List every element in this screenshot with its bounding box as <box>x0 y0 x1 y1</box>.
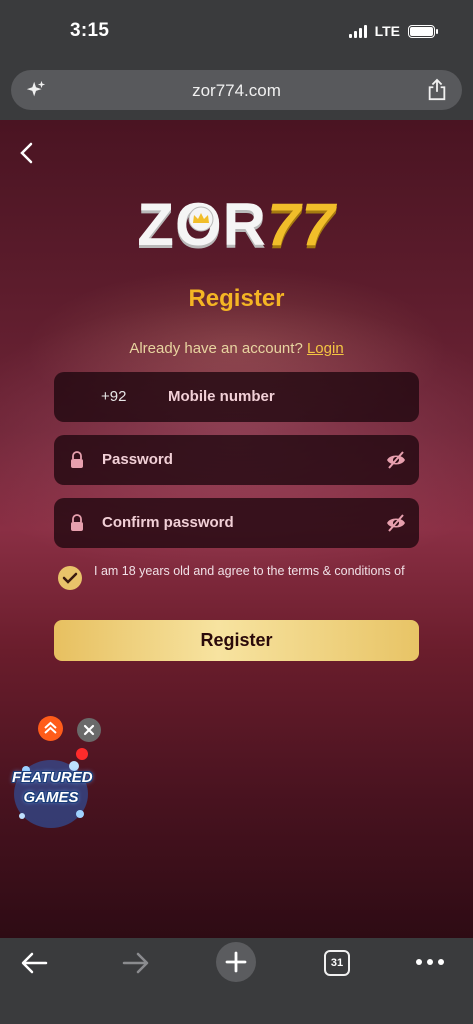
register-page: ZOR77 Register Already have an account? … <box>0 120 473 938</box>
scroll-up-button[interactable] <box>38 716 63 741</box>
crown-icon <box>188 206 214 232</box>
terms-text: I am 18 years old and agree to the terms… <box>94 564 405 578</box>
lock-icon <box>71 451 83 468</box>
logo-77: 77 <box>266 191 336 258</box>
password-placeholder[interactable]: Password <box>102 451 173 468</box>
featured-games-widget[interactable]: FEATURED GAMES <box>12 756 93 832</box>
network-label: LTE <box>374 23 400 39</box>
confirm-password-field[interactable]: Confirm password <box>54 498 419 548</box>
address-bar[interactable]: zor774.com <box>11 70 462 110</box>
widget-close-button[interactable] <box>77 718 101 742</box>
battery-icon <box>408 24 438 38</box>
plus-icon <box>225 951 247 973</box>
featured-label-line2: GAMES <box>23 789 79 806</box>
forward-arrow-icon[interactable] <box>120 950 150 976</box>
featured-games-label: FEATURED GAMES <box>12 768 93 808</box>
featured-label-line1: FEATURED <box>12 769 93 786</box>
page-title: Register <box>188 285 285 312</box>
browser-address-area: zor774.com <box>0 64 473 120</box>
confirm-password-placeholder[interactable]: Confirm password <box>102 514 234 531</box>
lock-icon <box>71 514 83 531</box>
password-field[interactable]: Password <box>54 435 419 485</box>
mobile-number-placeholder[interactable]: Mobile number <box>168 388 275 405</box>
country-code[interactable]: +92 <box>101 388 126 405</box>
status-bar: 3:15 LTE <box>0 0 473 64</box>
double-chevron-up-icon <box>44 721 57 734</box>
mobile-number-field[interactable]: +92 Mobile number <box>54 372 419 422</box>
new-tab-button[interactable] <box>216 942 256 982</box>
back-arrow-icon[interactable] <box>20 950 50 976</box>
share-icon[interactable] <box>426 78 448 102</box>
close-icon <box>83 724 95 736</box>
screen: 3:15 LTE zor774.com 77 Register Already … <box>0 0 473 1024</box>
url-text[interactable]: zor774.com <box>11 81 462 101</box>
eye-off-icon[interactable] <box>385 512 407 534</box>
browser-toolbar: 31 <box>0 938 473 1024</box>
signal-icon <box>348 24 367 38</box>
register-button[interactable]: Register <box>54 620 419 661</box>
back-arrow-icon[interactable] <box>16 140 38 166</box>
login-prompt-text: Already have an account? <box>129 340 303 357</box>
login-prompt: Already have an account? Login <box>0 340 473 357</box>
checkbox-checked-icon[interactable] <box>58 566 82 590</box>
status-indicators: LTE <box>348 23 438 39</box>
more-options-icon[interactable] <box>414 954 446 970</box>
login-link[interactable]: Login <box>307 340 344 357</box>
status-time: 3:15 <box>70 20 110 41</box>
tab-switcher-button[interactable]: 31 <box>324 950 350 976</box>
brand-logo: ZOR77 <box>0 190 473 259</box>
eye-off-icon[interactable] <box>385 449 407 471</box>
